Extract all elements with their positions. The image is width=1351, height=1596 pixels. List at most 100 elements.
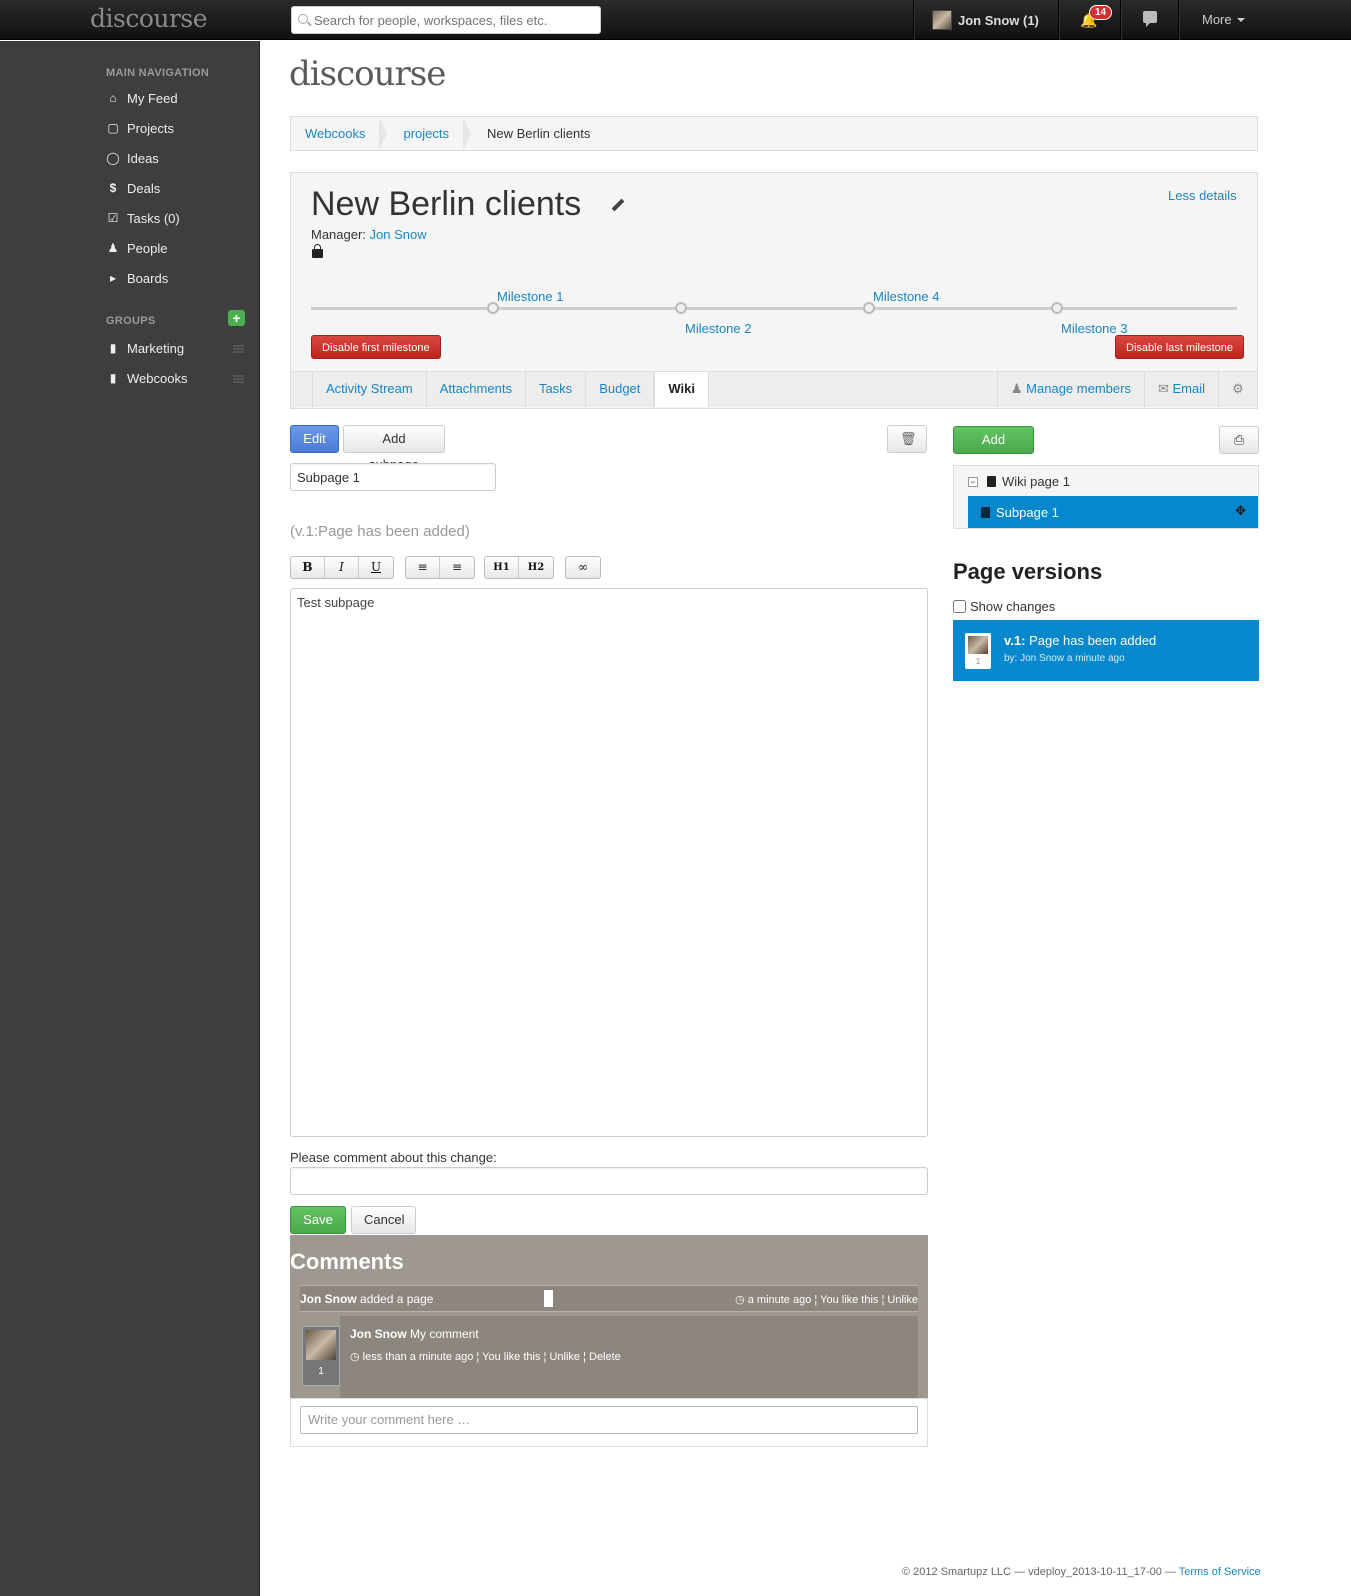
user-icon: ♟ <box>1010 381 1023 396</box>
comments-heading: Comments <box>290 1249 404 1274</box>
edit-pencil-icon[interactable] <box>611 198 625 212</box>
disable-last-milestone-button[interactable]: Disable last milestone <box>1115 335 1244 359</box>
comment-user[interactable]: Jon Snow <box>350 1327 407 1341</box>
sidebar-item-ideas[interactable]: ◯ Ideas <box>106 148 159 168</box>
milestone-dot[interactable] <box>863 302 875 314</box>
tab-wiki[interactable]: Wiki <box>654 372 709 407</box>
search-box[interactable] <box>291 6 601 34</box>
envelope-icon: ✉ <box>1157 381 1169 396</box>
page-title-input[interactable] <box>290 463 496 491</box>
user-menu[interactable]: Jon Snow (1) <box>932 0 1039 40</box>
manager-link[interactable]: Jon Snow <box>370 227 427 242</box>
footer: © 2012 Smartupz LLC — vdeploy_2013-10-11… <box>902 1566 1261 1578</box>
clock-icon: ◷ <box>735 1294 745 1306</box>
like-link[interactable]: You like this <box>482 1351 540 1363</box>
milestone-dot[interactable] <box>1051 302 1063 314</box>
manage-members-button[interactable]: ♟ Manage members <box>996 372 1145 407</box>
tree-item-subpage-1[interactable]: Subpage 1 ✥ <box>968 496 1258 528</box>
add-subpage-button[interactable]: Add subpage <box>343 425 445 472</box>
search-input[interactable] <box>314 11 594 29</box>
less-details-link[interactable]: Less details <box>1168 188 1237 203</box>
sidebar-group-marketing[interactable]: ▮ Marketing <box>106 338 184 358</box>
delete-link[interactable]: Delete <box>589 1351 621 1363</box>
milestone-label[interactable]: Milestone 1 <box>497 289 563 304</box>
save-button[interactable]: Save <box>290 1206 346 1234</box>
print-icon[interactable]: ⎙ <box>1219 426 1259 454</box>
megaphone-icon: ▸ <box>109 271 117 285</box>
clock-icon: ◷ <box>350 1351 360 1363</box>
version-item[interactable]: 1 v.1: Page has been added by: Jon Snow … <box>953 620 1259 681</box>
unlike-link[interactable]: Unlike <box>887 1294 918 1306</box>
unordered-list-icon[interactable]: ≡ <box>440 557 474 578</box>
sidebar-item-deals[interactable]: $ Deals <box>106 178 161 198</box>
link-icon[interactable]: ∞ <box>566 557 600 578</box>
chat-icon[interactable] <box>1143 11 1157 27</box>
milestone-dot[interactable] <box>487 302 499 314</box>
tab-attachments[interactable]: Attachments <box>427 372 526 407</box>
sidebar-item-projects[interactable]: ▢ Projects <box>106 118 174 138</box>
avatar[interactable]: 1 <box>302 1326 340 1386</box>
add-group-button[interactable]: + <box>228 310 245 326</box>
milestone-dot[interactable] <box>675 302 687 314</box>
underline-button[interactable]: U <box>359 557 393 578</box>
email-button[interactable]: ✉ Email <box>1145 372 1219 407</box>
activity-user[interactable]: Jon Snow <box>300 1292 357 1306</box>
comment-text: My comment <box>410 1327 479 1341</box>
file-icon: ▢ <box>107 121 119 135</box>
terms-link[interactable]: Terms of Service <box>1179 1566 1261 1578</box>
sidebar-item-boards[interactable]: ▸ Boards <box>106 268 168 288</box>
show-changes-toggle[interactable]: Show changes <box>953 599 1055 614</box>
h1-button[interactable]: H1 <box>485 557 519 578</box>
home-icon: ⌂ <box>109 91 117 105</box>
avatar <box>932 10 952 30</box>
drag-handle-icon[interactable] <box>233 345 244 353</box>
comment-label: Please comment about this change: <box>290 1150 497 1165</box>
workspace-logo: discourse <box>289 54 446 94</box>
version-note: (v.1:Page has been added) <box>290 523 470 540</box>
h2-button[interactable]: H2 <box>519 557 553 578</box>
app-logo[interactable]: discourse <box>90 4 208 33</box>
tab-budget[interactable]: Budget <box>586 372 655 407</box>
text-format-toolbar: B I U <box>290 556 394 579</box>
breadcrumb-projects[interactable]: projects <box>379 117 471 150</box>
unlike-link[interactable]: Unlike <box>549 1351 580 1363</box>
disable-first-milestone-button[interactable]: Disable first milestone <box>311 335 441 359</box>
sidebar-item-people[interactable]: ♟ People <box>106 238 168 258</box>
top-navbar: discourse Jon Snow (1) 🔔 14 More <box>0 0 1351 40</box>
edit-button[interactable]: Edit <box>290 425 339 453</box>
cancel-button[interactable]: Cancel <box>351 1206 416 1234</box>
lightbulb-icon: ◯ <box>106 151 120 165</box>
milestone-label[interactable]: Milestone 2 <box>685 321 751 336</box>
tree-item-wiki-page-1[interactable]: Wiki page 1 <box>987 474 1070 489</box>
user-name: Jon Snow (1) <box>958 12 1039 28</box>
sidebar: MAIN NAVIGATION ⌂ My Feed ▢ Projects ◯ Idea… <box>0 41 260 1596</box>
drag-handle-icon[interactable] <box>233 375 244 383</box>
tab-activity-stream[interactable]: Activity Stream <box>313 372 427 407</box>
lock-icon <box>312 244 323 258</box>
move-icon[interactable]: ✥ <box>1235 503 1246 519</box>
show-changes-checkbox[interactable] <box>953 600 966 613</box>
sidebar-item-my-feed[interactable]: ⌂ My Feed <box>106 88 177 108</box>
milestone-label[interactable]: Milestone 4 <box>873 289 939 304</box>
milestone-label[interactable]: Milestone 3 <box>1061 321 1127 336</box>
comment-input[interactable]: Write your comment here … <box>300 1406 918 1434</box>
bold-button[interactable]: B <box>291 557 325 578</box>
gear-icon[interactable]: ⚙ <box>1219 372 1257 407</box>
like-link[interactable]: You like this <box>820 1294 878 1306</box>
dollar-icon: $ <box>109 181 117 195</box>
main-nav-heading: MAIN NAVIGATION <box>106 67 210 79</box>
italic-button[interactable]: I <box>325 557 359 578</box>
sidebar-group-webcooks[interactable]: ▮ Webcooks <box>106 368 188 388</box>
project-panel: New Berlin clients Less details Manager:… <box>290 172 1258 409</box>
sidebar-item-tasks[interactable]: ☑ Tasks (0) <box>106 208 180 228</box>
add-page-button[interactable]: Add page <box>953 426 1034 473</box>
change-comment-input[interactable] <box>290 1167 928 1195</box>
breadcrumb-webcooks[interactable]: Webcooks <box>291 117 388 150</box>
ordered-list-icon[interactable]: ≡ <box>406 557 440 578</box>
search-icon <box>298 14 308 24</box>
more-menu[interactable]: More <box>1202 12 1245 27</box>
wiki-editor[interactable]: Test subpage <box>290 588 928 1137</box>
tab-tasks[interactable]: Tasks <box>526 372 587 407</box>
trash-icon[interactable]: 🗑 <box>887 425 927 453</box>
collapse-icon[interactable]: − <box>968 477 978 487</box>
